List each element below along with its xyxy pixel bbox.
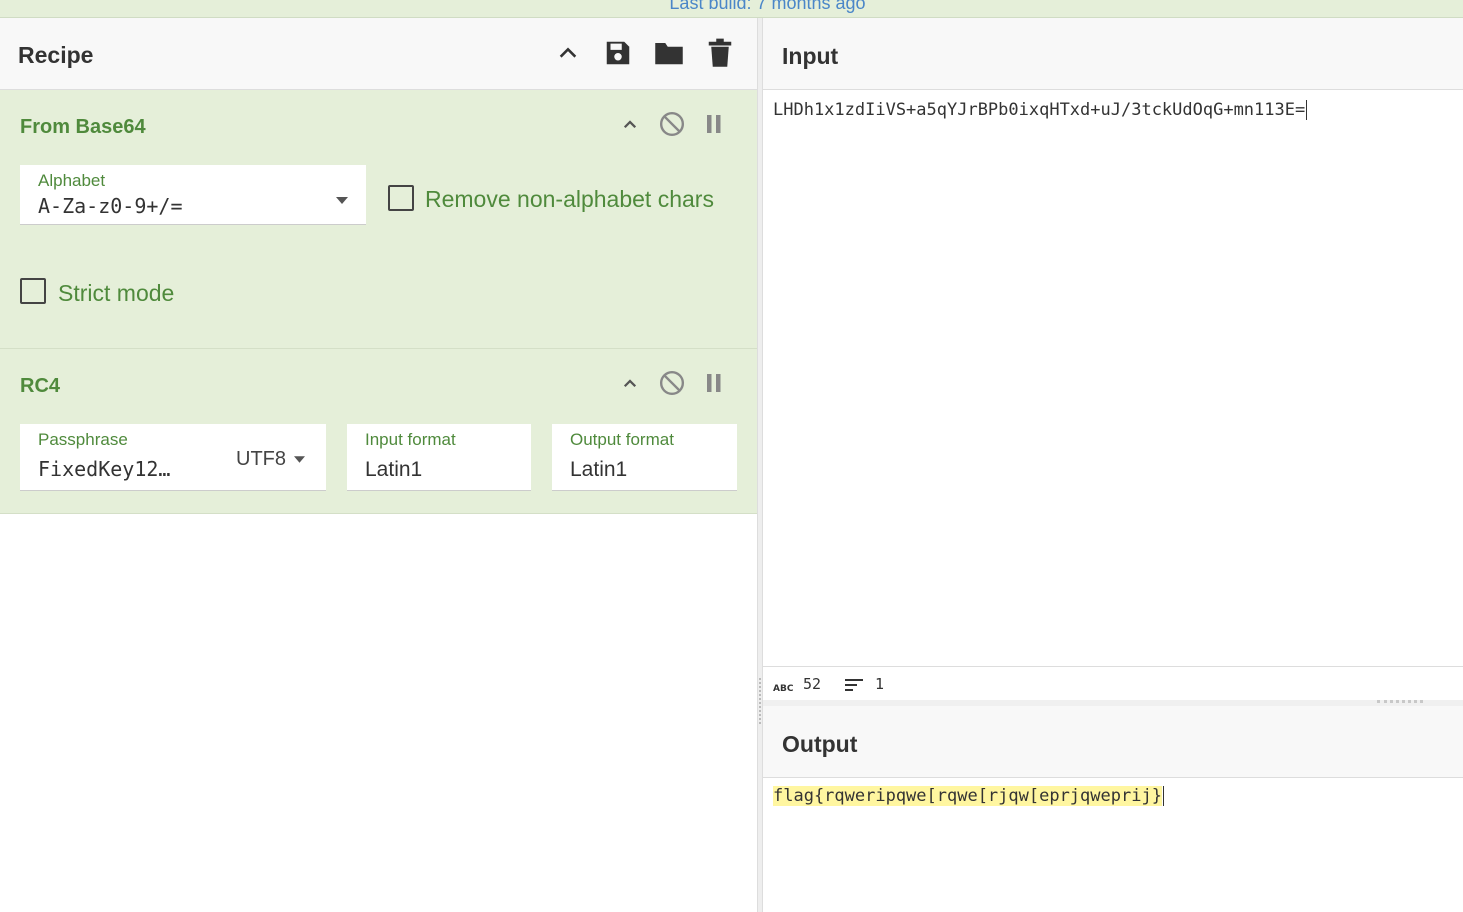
input-format-value: Latin1: [365, 458, 423, 481]
chevron-up-icon[interactable]: [553, 38, 583, 68]
output-text: flag{rqweripqwe[rqwe[rjqw[eprjqweprij}: [773, 786, 1162, 806]
trash-icon[interactable]: [705, 38, 735, 68]
abc-length-icon: ABC: [773, 679, 794, 697]
dropdown-caret-icon: [293, 456, 305, 463]
input-length: 52: [803, 675, 822, 693]
pause-icon[interactable]: [701, 370, 727, 396]
operation-title: RC4: [20, 375, 61, 397]
input-title: Input: [782, 43, 839, 69]
alphabet-label: Alphabet: [38, 171, 106, 190]
last-build-text: Last build: 7 months ago: [669, 0, 866, 13]
lines-icon: [845, 677, 863, 698]
input-format-label: Input format: [365, 430, 456, 449]
input-textarea[interactable]: LHDh1x1zdIiVS+a5qYJrBPb0ixqHTxd+uJ/3tckU…: [773, 100, 1308, 120]
disable-icon[interactable]: [659, 370, 685, 396]
output-format-value: Latin1: [570, 458, 628, 481]
passphrase-encoding-dropdown[interactable]: UTF8: [236, 448, 305, 471]
output-textarea[interactable]: flag{rqweripqwe[rqwe[rjqw[eprjqweprij}: [773, 786, 1164, 806]
strict-mode-checkbox[interactable]: [20, 278, 46, 304]
recipe-header: Recipe: [0, 18, 757, 90]
output-header: Output: [763, 706, 1463, 778]
operation-title: From Base64: [20, 116, 146, 138]
passphrase-encoding-label: UTF8: [236, 448, 286, 470]
strict-mode-label: Strict mode: [58, 280, 175, 306]
passphrase-label: Passphrase: [38, 430, 128, 449]
text-caret: [1306, 100, 1308, 120]
dropdown-caret-icon: [336, 191, 348, 209]
input-header: Input: [763, 18, 1463, 90]
svg-text:ABC: ABC: [773, 684, 793, 692]
passphrase-value: FixedKey12…: [38, 457, 171, 481]
save-icon[interactable]: [603, 38, 633, 68]
input-format-select[interactable]: Input format Latin1: [347, 424, 531, 491]
recipe-panel: Recipe From Base64 Alphabet A-Za-z0-9+/=: [0, 18, 757, 912]
pause-icon[interactable]: [701, 111, 727, 137]
output-format-label: Output format: [570, 430, 674, 449]
remove-non-alphabet-checkbox[interactable]: [388, 185, 414, 211]
input-line-count: 1: [875, 675, 885, 693]
input-status-bar: ABC 52 1: [763, 666, 1463, 702]
top-banner: Last build: 7 months ago: [0, 0, 1463, 18]
passphrase-field[interactable]: Passphrase FixedKey12… UTF8: [20, 424, 326, 491]
recipe-title: Recipe: [18, 42, 94, 68]
io-panel: Input LHDh1x1zdIiVS+a5qYJrBPb0ixqHTxd+uJ…: [763, 18, 1463, 912]
input-text: LHDh1x1zdIiVS+a5qYJrBPb0ixqHTxd+uJ/3tckU…: [773, 100, 1306, 120]
operation-from-base64: From Base64 Alphabet A-Za-z0-9+/= Remove…: [0, 90, 757, 349]
remove-non-alphabet-label: Remove non-alphabet chars: [425, 186, 714, 212]
collapse-icon[interactable]: [617, 112, 643, 138]
disable-icon[interactable]: [659, 111, 685, 137]
alphabet-select[interactable]: Alphabet A-Za-z0-9+/=: [20, 165, 366, 225]
alphabet-value: A-Za-z0-9+/=: [38, 194, 183, 218]
output-format-select[interactable]: Output format Latin1: [552, 424, 737, 491]
collapse-icon[interactable]: [617, 371, 643, 397]
output-title: Output: [782, 731, 858, 757]
operation-rc4: RC4 Passphrase FixedKey12… UTF8 Input fo…: [0, 349, 757, 514]
text-caret: [1162, 786, 1164, 806]
folder-icon[interactable]: [654, 38, 684, 68]
